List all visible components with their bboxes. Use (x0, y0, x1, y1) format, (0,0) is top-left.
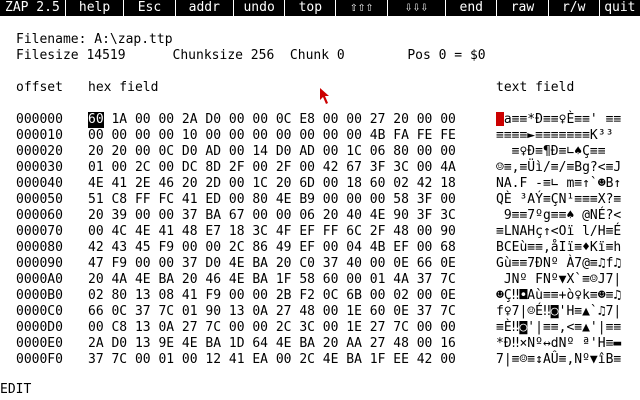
hex-row[interactable]: 0000C0 66 0C 37 7C 01 90 13 0A 27 48 00 1… (16, 304, 636, 320)
row-text[interactable]: ☻Ç‼◘Aù≡≡+ò♀k≡☻≡♫ (496, 288, 636, 304)
filesize-line: Filesize 14519 Chunksize 256 Chunk 0 Pos… (16, 48, 486, 63)
row-text[interactable]: 7|≡☺≡↕AÛ≡,Nº▼îB≡ (496, 352, 636, 368)
row-hex[interactable]: 20 39 00 00 37 BA 67 00 00 06 20 40 4E 9… (88, 208, 496, 224)
mode-status: EDIT (0, 382, 32, 397)
row-hex[interactable]: 47 F9 00 00 37 D0 4E BA 20 C0 37 40 00 0… (88, 256, 496, 272)
row-offset: 0000C0 (16, 304, 63, 319)
menu-zap-title[interactable]: ZAP 2.5 (0, 0, 66, 16)
edit-cursor: 60 (88, 112, 104, 128)
hex-row[interactable]: 0000B0 02 80 13 08 41 F9 00 00 2B F2 0C 6… (16, 288, 636, 304)
row-hex[interactable]: 02 80 13 08 41 F9 00 00 2B F2 0C 6B 00 0… (88, 288, 496, 304)
hex-row[interactable]: 000040 4E 41 2E 46 20 2D 00 1C 20 6D 00 1… (16, 176, 636, 192)
hex-dump[interactable]: 000000 60 1A 00 00 2A D0 00 00 0C E8 00 0… (16, 112, 636, 368)
row-text[interactable]: ≡≡≡≡►≡≡≡≡≡≡≡K³³ (496, 128, 636, 144)
row-text[interactable]: BCEù≡≡,åIï≡♦Kï≡h (496, 240, 636, 256)
row-text[interactable]: Gù≡≡7ÐNº À7@≡♫f♫ (496, 256, 636, 272)
hex-row[interactable]: 000030 01 00 2C 00 DC 8D 2F 00 2F 00 42 6… (16, 160, 636, 176)
row-offset: 0000B0 (16, 288, 63, 303)
row-offset: 000000 (16, 112, 63, 127)
row-hex[interactable]: 20 4A 4E BA 20 46 4E BA 1F 58 60 00 01 4… (88, 272, 496, 288)
row-text[interactable]: 9≡≡7ºg≡≡♠ @NÉ?< (496, 208, 636, 224)
row-hex[interactable]: 20 20 00 0C D0 AD 00 14 D0 AD 00 1C 06 8… (88, 144, 496, 160)
menu-quit[interactable]: quit (600, 0, 640, 16)
row-offset: 0000E0 (16, 336, 63, 351)
menu-rw[interactable]: r/w (549, 0, 600, 16)
row-hex[interactable]: 2A D0 13 9E 4E BA 1D 64 4E BA 20 AA 27 4… (88, 336, 496, 352)
hex-row[interactable]: 0000F0 37 7C 00 01 00 12 41 EA 00 2C 4E B… (16, 352, 636, 368)
menu-page-up[interactable]: ⇧⇧⇧ (336, 0, 388, 16)
menu-page-down[interactable]: ⇩⇩⇩ (388, 0, 447, 16)
row-hex[interactable]: 66 0C 37 7C 01 90 13 0A 27 48 00 1E 60 0… (88, 304, 496, 320)
menu-esc[interactable]: Esc (124, 0, 176, 16)
row-hex[interactable]: 51 C8 FF FC 41 ED 00 80 4E B9 00 00 00 5… (88, 192, 496, 208)
text-cursor-marker (496, 112, 504, 126)
row-text[interactable]: JNº FNº▼X`≡☺J7| (496, 272, 636, 288)
row-text[interactable]: ☺≡,≡Üì/≡/≡Bg?<≡J (496, 160, 636, 176)
row-hex[interactable]: 37 7C 00 01 00 12 41 EA 00 2C 4E BA 1F E… (88, 352, 496, 368)
row-offset: 000060 (16, 208, 63, 223)
row-text[interactable]: f♀7|☺É‼◙'H≡▲`♫7| (496, 304, 636, 320)
menu-top[interactable]: top (285, 0, 337, 16)
row-offset: 000070 (16, 224, 63, 239)
menu-raw[interactable]: raw (497, 0, 549, 16)
hex-row[interactable]: 000050 51 C8 FF FC 41 ED 00 80 4E B9 00 0… (16, 192, 636, 208)
hex-row[interactable]: 000000 60 1A 00 00 2A D0 00 00 0C E8 00 0… (16, 112, 636, 128)
hex-row[interactable]: 000090 47 F9 00 00 37 D0 4E BA 20 C0 37 4… (16, 256, 636, 272)
row-text[interactable]: *Ð‼×Nº↔dNº ª'H≡▬ (496, 336, 636, 352)
row-hex[interactable]: 00 4C 4E 41 48 E7 18 3C 4F EF FF 6C 2F 4… (88, 224, 496, 240)
row-offset: 0000F0 (16, 352, 63, 367)
hex-row[interactable]: 0000E0 2A D0 13 9E 4E BA 1D 64 4E BA 20 A… (16, 336, 636, 352)
menu-help[interactable]: help (66, 0, 125, 16)
row-offset: 000050 (16, 192, 63, 207)
row-offset: 0000D0 (16, 320, 63, 335)
menu-bar: ZAP 2.5 help Esc addr undo top ⇧⇧⇧ ⇩⇩⇩ end raw r/w… (0, 0, 640, 16)
row-offset: 000090 (16, 256, 63, 271)
row-offset: 0000A0 (16, 272, 63, 287)
row-offset: 000030 (16, 160, 63, 175)
hex-row[interactable]: 0000A0 20 4A 4E BA 20 46 4E BA 1F 58 60 0… (16, 272, 636, 288)
hex-row[interactable]: 000020 20 20 00 0C D0 AD 00 14 D0 AD 00 1… (16, 144, 636, 160)
row-hex[interactable]: 42 43 45 F9 00 00 2C 86 49 EF 00 04 4B E… (88, 240, 496, 256)
row-text[interactable]: QÈ ³AÝ≡ÇN¹≡≡≡X?≡ (496, 192, 636, 208)
filename-line: Filename: A:\zap.ttp (16, 32, 173, 47)
hex-row[interactable]: 000070 00 4C 4E 41 48 E7 18 3C 4F EF FF 6… (16, 224, 636, 240)
hex-row[interactable]: 000060 20 39 00 00 37 BA 67 00 00 06 20 4… (16, 208, 636, 224)
menu-addr[interactable]: addr (176, 0, 235, 16)
row-hex[interactable]: 01 00 2C 00 DC 8D 2F 00 2F 00 42 67 3F 3… (88, 160, 496, 176)
text-field-header: text field (496, 80, 575, 95)
row-hex[interactable]: 60 1A 00 00 2A D0 00 00 0C E8 00 00 27 2… (88, 112, 496, 128)
hex-field-header: hex field (88, 80, 159, 95)
row-text[interactable]: ≡È‼◙'|≡≡,<≡▲'|≡≡ (496, 320, 636, 336)
hex-row[interactable]: 0000D0 00 C8 13 0A 27 7C 00 00 2C 3C 00 1… (16, 320, 636, 336)
row-offset: 000080 (16, 240, 63, 255)
hex-row[interactable]: 000010 00 00 00 00 10 00 00 00 00 00 00 0… (16, 128, 636, 144)
row-text[interactable]: `a≡≡*Ð≡≡♀È≡≡' ≡≡ (496, 112, 636, 128)
hex-row[interactable]: 000080 42 43 45 F9 00 00 2C 86 49 EF 00 0… (16, 240, 636, 256)
mouse-pointer-icon (320, 88, 329, 104)
row-hex[interactable]: 00 C8 13 0A 27 7C 00 00 2C 3C 00 1E 27 7… (88, 320, 496, 336)
row-offset: 000040 (16, 176, 63, 191)
menu-end[interactable]: end (446, 0, 498, 16)
row-offset: 000020 (16, 144, 63, 159)
row-text[interactable]: ≡♀Ð­≡¶Ð­≡∟♠Ç≡≡ (496, 144, 636, 160)
row-text[interactable]: ≡LNAHç↑<Oï l/H≡É (496, 224, 636, 240)
row-hex[interactable]: 4E 41 2E 46 20 2D 00 1C 20 6D 00 18 60 0… (88, 176, 496, 192)
menu-undo[interactable]: undo (234, 0, 286, 16)
row-text[interactable]: NA.F -≡∟ m≡↑`☻B↑ (496, 176, 636, 192)
offset-header: offset (16, 80, 63, 95)
row-hex[interactable]: 00 00 00 00 10 00 00 00 00 00 00 00 4B F… (88, 128, 496, 144)
row-offset: 000010 (16, 128, 63, 143)
